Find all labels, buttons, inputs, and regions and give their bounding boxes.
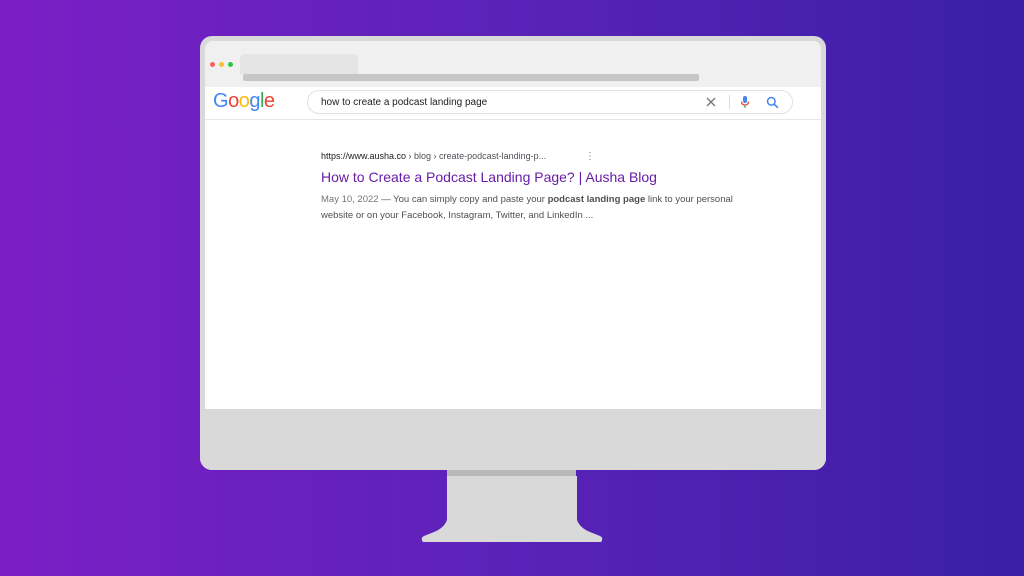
browser-window: Google https://www.aush [205,41,821,409]
search-divider [729,95,730,109]
search-icon[interactable] [766,96,779,109]
logo-letter: g [249,90,260,112]
browser-tab[interactable] [240,54,358,74]
monitor-stand [421,476,603,542]
browser-tabbar [205,41,821,87]
close-window-button[interactable] [210,62,215,67]
window-controls [210,62,233,67]
monitor: Google https://www.aush [200,36,826,470]
maximize-window-button[interactable] [228,62,233,67]
snippet-highlight: podcast landing page [547,194,646,205]
result-url-domain: https://www.ausha.co [321,151,407,161]
result-date: May 10, 2022 [321,194,379,205]
result-title-link[interactable]: How to Create a Podcast Landing Page? | … [321,169,657,185]
logo-letter: o [228,90,239,112]
search-box [307,90,793,114]
snippet-text: — You can simply copy and paste your [378,194,548,205]
search-input[interactable] [321,94,681,110]
more-options-icon[interactable]: ⋮ [585,152,595,162]
search-header: Google [205,87,821,120]
mic-icon[interactable] [739,95,751,109]
minimize-window-button[interactable] [219,62,224,67]
google-logo[interactable]: Google [213,90,275,113]
logo-letter: G [213,90,229,112]
logo-letter: e [263,90,275,112]
result-url-path: › blog › create-podcast-landing-p... [406,151,547,161]
address-bar[interactable] [243,74,699,81]
logo-letter: o [238,90,250,112]
result-snippet: May 10, 2022 — You can simply copy and p… [321,192,741,224]
monitor-chin [200,409,826,470]
result-url[interactable]: https://www.ausha.co › blog › create-pod… [321,151,546,161]
close-icon[interactable] [705,96,717,108]
